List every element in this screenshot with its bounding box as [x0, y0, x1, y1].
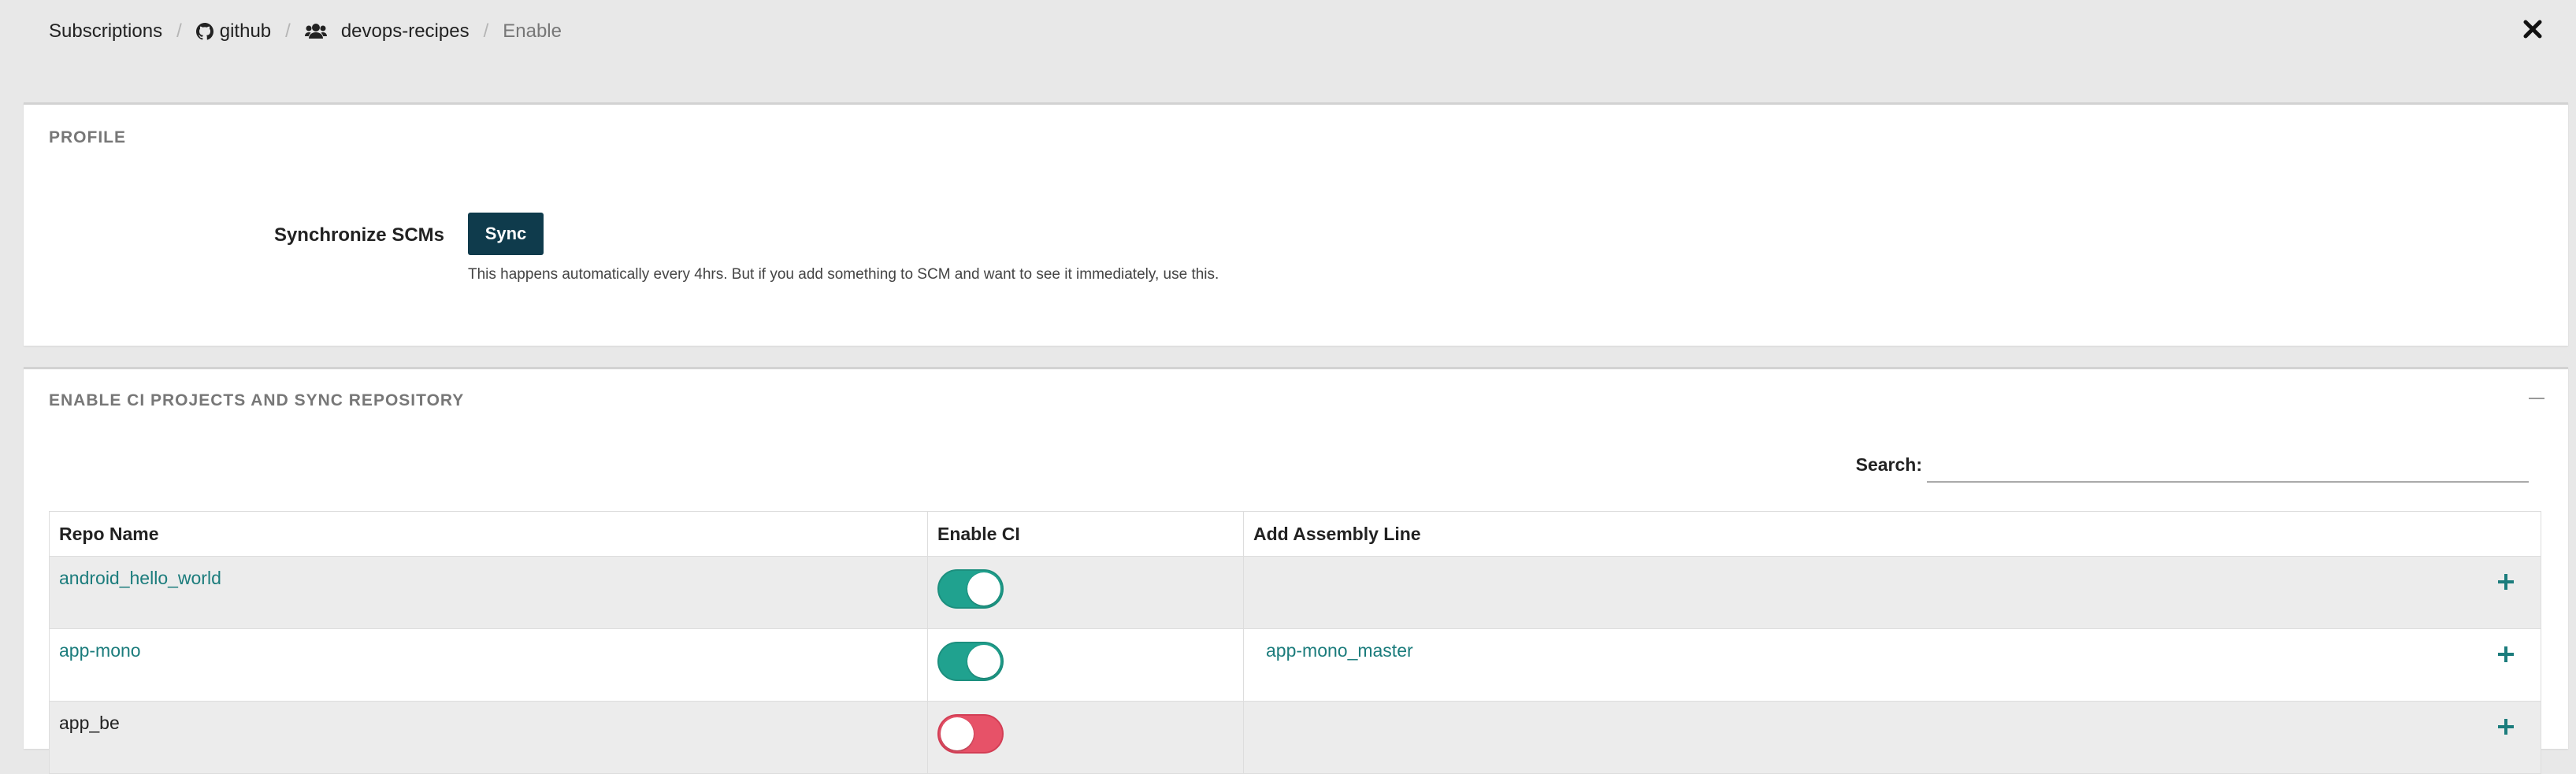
table-header-row: Repo Name Enable CI Add Assembly Line [49, 511, 2541, 557]
enable-ci-cell [927, 701, 1244, 774]
assembly-line-cell: app-mono_master [1243, 628, 2541, 702]
repo-name: app_be [59, 713, 120, 733]
plus-icon[interactable] [2498, 719, 2514, 735]
breadcrumb-label: devops-recipes [340, 20, 470, 42]
toggle-knob [967, 572, 1000, 605]
enable-ci-cell [927, 556, 1244, 629]
table-row: app-mono app-mono_master [49, 628, 2541, 702]
search-label: Search: [1855, 454, 1922, 475]
assembly-line-cell [1243, 701, 2541, 774]
breadcrumb-label: github [219, 20, 272, 42]
breadcrumb-label: Enable [503, 20, 562, 42]
profile-panel: PROFILE Synchronize SCMs Sync This happe… [24, 102, 2568, 346]
breadcrumb-enable: Enable [503, 20, 562, 43]
column-header-enable-ci[interactable]: Enable CI [927, 511, 1244, 557]
breadcrumb-separator: / [285, 20, 291, 42]
repo-link[interactable]: app-mono [59, 640, 141, 661]
breadcrumb-label: Subscriptions [49, 20, 163, 42]
enable-ci-toggle[interactable] [937, 569, 1004, 609]
repo-name-cell: app-mono [49, 628, 928, 702]
toggle-knob [967, 645, 1000, 678]
breadcrumb: Subscriptions / github / devops-recipes … [49, 20, 562, 43]
collapse-icon[interactable] [2529, 398, 2544, 399]
users-icon [304, 23, 327, 40]
enable-ci-toggle[interactable] [937, 642, 1004, 681]
repo-table: Repo Name Enable CI Add Assembly Line an… [49, 511, 2541, 774]
assembly-line-cell [1243, 556, 2541, 629]
repo-link[interactable]: android_hello_world [59, 568, 221, 588]
assembly-line-link[interactable]: app-mono_master [1266, 640, 1413, 661]
breadcrumb-separator: / [176, 20, 182, 42]
column-header-repo-name[interactable]: Repo Name [49, 511, 928, 557]
plus-icon[interactable] [2498, 574, 2514, 590]
repo-name-cell: app_be [49, 701, 928, 774]
breadcrumb-bar: Subscriptions / github / devops-recipes … [0, 0, 2576, 68]
plus-icon[interactable] [2498, 646, 2514, 662]
breadcrumb-github[interactable]: github [195, 20, 272, 43]
sync-label: Synchronize SCMs [273, 224, 444, 246]
breadcrumb-devops-recipes[interactable]: devops-recipes [304, 20, 470, 43]
search-input[interactable] [1927, 443, 2529, 483]
column-header-add-assembly-line[interactable]: Add Assembly Line [1243, 511, 2541, 557]
enable-ci-panel: ENABLE CI PROJECTS AND SYNC REPOSITORY S… [24, 367, 2568, 774]
github-icon [195, 23, 213, 40]
breadcrumb-subscriptions[interactable]: Subscriptions [49, 20, 162, 43]
table-row: android_hello_world [49, 556, 2541, 629]
enable-ci-toggle[interactable] [937, 714, 1004, 754]
panel-title: ENABLE CI PROJECTS AND SYNC REPOSITORY [49, 391, 465, 409]
table-row: app_be [49, 701, 2541, 774]
sync-button[interactable]: Sync [468, 213, 544, 255]
breadcrumb-separator: / [483, 20, 489, 42]
toggle-knob [941, 717, 974, 750]
panel-title: PROFILE [49, 128, 127, 146]
sync-help-text: This happens automatically every 4hrs. B… [468, 266, 1219, 283]
enable-ci-cell [927, 628, 1244, 702]
close-icon[interactable] [2521, 17, 2544, 44]
repo-name-cell: android_hello_world [49, 556, 928, 629]
